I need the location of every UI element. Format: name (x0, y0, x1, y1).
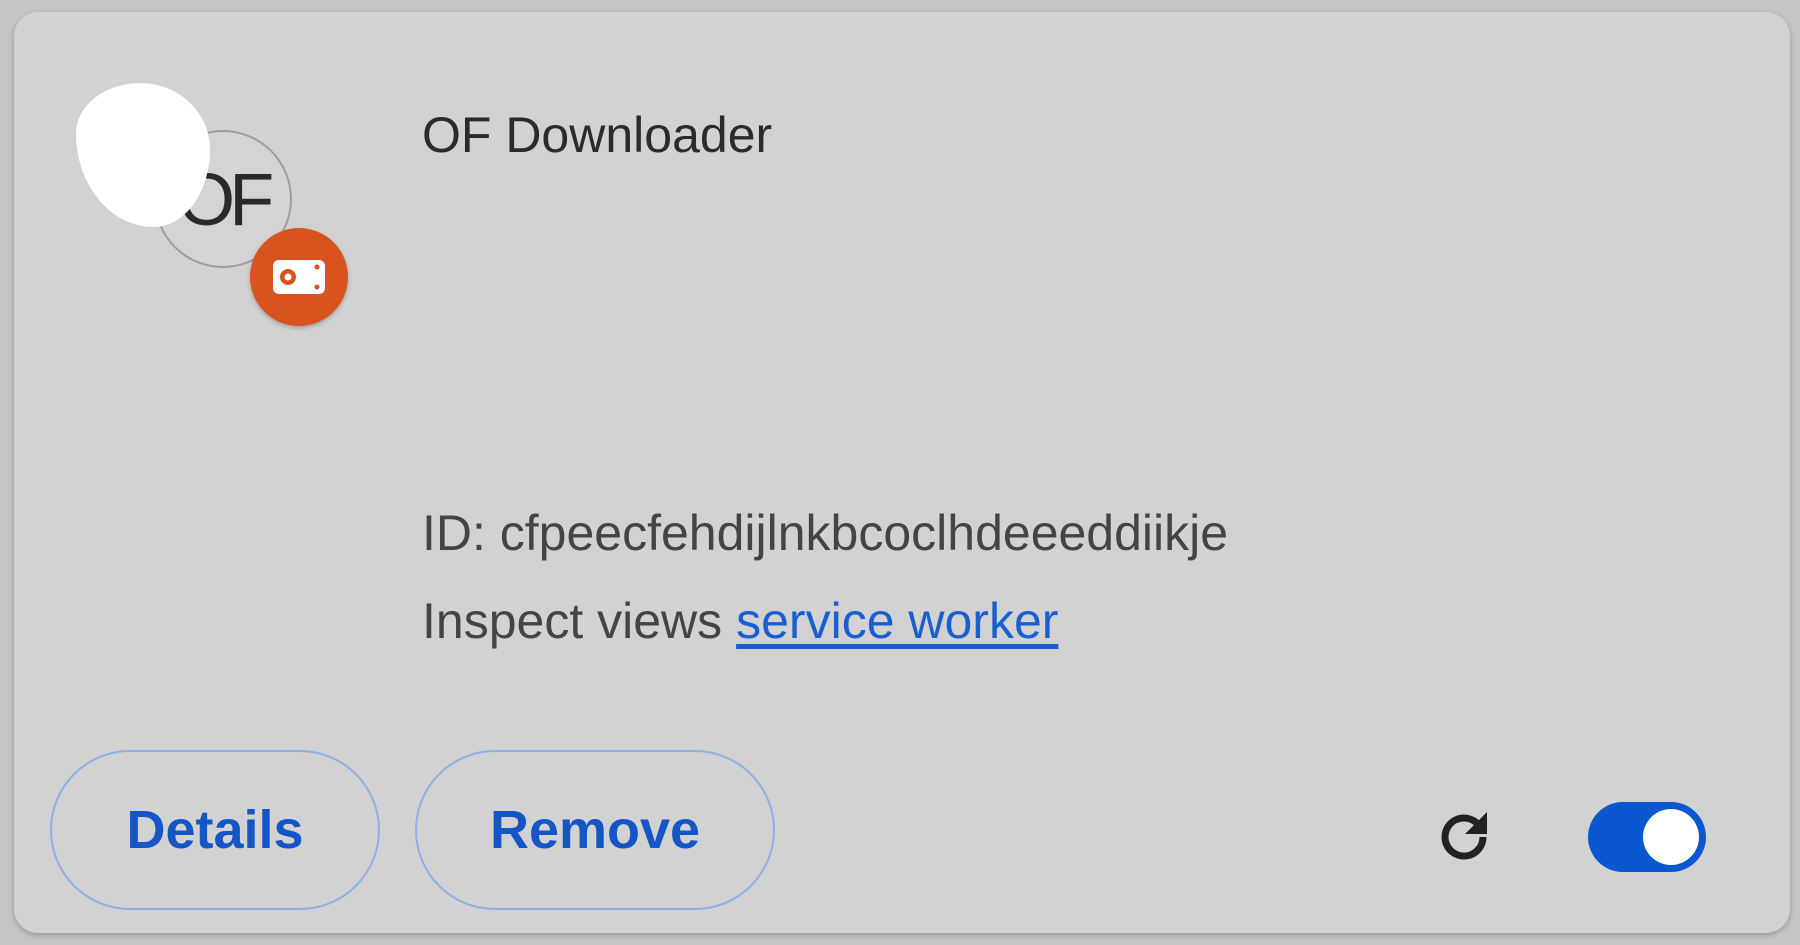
redaction-mark (76, 83, 210, 227)
enable-toggle[interactable] (1588, 802, 1706, 872)
camera-badge-icon (250, 228, 348, 326)
toggle-knob (1643, 809, 1699, 865)
extension-name: OF Downloader (422, 107, 773, 163)
reload-icon[interactable] (1429, 802, 1499, 872)
inspect-views: Inspect views service worker (422, 592, 1058, 650)
extension-id: ID: cfpeecfehdijlnkbcoclhdeeeddiikje (422, 505, 1229, 561)
inspect-views-label: Inspect views (422, 593, 723, 649)
service-worker-link[interactable]: service worker (736, 593, 1058, 649)
details-button[interactable]: Details (50, 750, 380, 910)
extension-icon: OF (76, 70, 356, 350)
extension-card: OF OF Downloader ID: cfpeecfehdijlnkbcoc… (14, 12, 1790, 933)
remove-button[interactable]: Remove (415, 750, 775, 910)
